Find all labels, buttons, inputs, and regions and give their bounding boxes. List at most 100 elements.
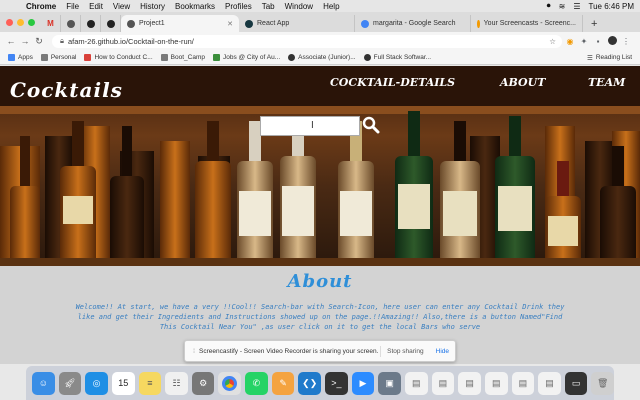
bookmark-star-icon[interactable]: ☆: [549, 37, 556, 46]
hide-button[interactable]: Hide: [430, 346, 455, 357]
control-center-icon[interactable]: ☰: [573, 2, 580, 11]
zoom-window-button[interactable]: [28, 19, 35, 26]
document-icon[interactable]: ▤: [404, 371, 428, 395]
new-tab-button[interactable]: +: [591, 18, 597, 30]
bookmark-full-stack[interactable]: Full Stack Softwar...: [363, 53, 431, 61]
reminders-icon[interactable]: ☷: [165, 371, 188, 395]
tab-label: React App: [257, 20, 290, 27]
tab-project1[interactable]: Project1 ✕: [121, 15, 239, 32]
forward-icon[interactable]: →: [18, 36, 32, 46]
text-cursor-icon: I: [311, 120, 314, 131]
bookmark-jobs[interactable]: Jobs @ City of Au...: [212, 53, 280, 61]
screen-record-icon[interactable]: ⏺: [547, 1, 551, 11]
close-window-button[interactable]: [6, 19, 13, 26]
sharing-message: Screencastify - Screen Video Recorder is…: [199, 347, 379, 355]
bookmark-boot-camp[interactable]: Boot_Camp: [160, 53, 205, 61]
react-icon: [245, 19, 253, 28]
screenshot-icon[interactable]: ▭: [564, 371, 588, 395]
preview-icon[interactable]: ▣: [378, 371, 401, 395]
screen-sharing-notification: ⁞ Screencastify - Screen Video Recorder …: [184, 340, 456, 362]
more-menu-icon[interactable]: ⋮: [620, 37, 632, 46]
bookmark-label: Boot_Camp: [170, 53, 205, 61]
tab-github-1[interactable]: [81, 15, 101, 32]
menu-edit[interactable]: Edit: [89, 2, 103, 11]
drag-handle-icon[interactable]: ⁞: [189, 348, 199, 355]
tab-pinned[interactable]: [61, 15, 81, 32]
calendar-icon[interactable]: 15: [111, 371, 135, 395]
profile-avatar-icon[interactable]: [606, 35, 618, 47]
tab-gmail[interactable]: M: [41, 15, 61, 32]
nav-about[interactable]: ABOUT: [500, 76, 545, 89]
menu-help[interactable]: Help: [323, 2, 339, 11]
google-icon: [361, 19, 369, 28]
tab-github-2[interactable]: [101, 15, 121, 32]
lock-icon[interactable]: 🔒︎: [60, 36, 64, 46]
clock[interactable]: Tue 6:46 PM: [588, 2, 634, 11]
vscode-icon[interactable]: ❮❯: [298, 371, 322, 395]
back-icon[interactable]: ←: [4, 36, 18, 46]
extension-icon[interactable]: ▪: [592, 37, 604, 46]
whatsapp-icon[interactable]: ✆: [245, 371, 268, 395]
bookmark-label: How to Conduct C...: [94, 53, 153, 61]
screencastify-icon: [477, 19, 480, 28]
extensions-icon[interactable]: ✦: [578, 37, 590, 46]
macos-dock: ☺ 🚀︎ ◎ 15 ≡ ☷ ⚙ ✆ ✎ ❮❯ >_ ▶ ▣ ▤ ▤ ▤ ▤ ▤ …: [26, 366, 615, 400]
window-controls: [6, 19, 35, 26]
document-icon[interactable]: ▤: [458, 371, 481, 395]
menu-tab[interactable]: Tab: [262, 2, 275, 11]
tab-label: Project1: [139, 20, 165, 27]
safari-icon[interactable]: ◎: [85, 371, 108, 395]
bookmark-associate[interactable]: Associate (Junior)...: [288, 53, 356, 61]
notes-icon[interactable]: ≡: [138, 371, 162, 395]
globe-icon: [127, 19, 135, 28]
globe-icon: [66, 19, 75, 28]
document-icon[interactable]: ▤: [538, 371, 561, 395]
trash-icon[interactable]: 🗑︎: [591, 371, 615, 395]
stop-sharing-button[interactable]: Stop sharing: [380, 345, 430, 357]
menu-history[interactable]: History: [140, 2, 165, 11]
search-icon[interactable]: [362, 116, 380, 134]
reload-icon[interactable]: ↻: [32, 36, 46, 47]
document-icon[interactable]: ▤: [511, 371, 535, 395]
address-toolbar: ← → ↻ 🔒︎ afam-26.github.io/Cocktail-on-t…: [0, 32, 640, 50]
about-text: Welcome!! At start, we have a very !!Coo…: [75, 303, 565, 331]
bookmark-apps[interactable]: Apps: [8, 53, 33, 61]
url-bar[interactable]: 🔒︎ afam-26.github.io/Cocktail-on-the-run…: [52, 34, 562, 48]
tab-screencasts[interactable]: Your Screencasts - Screenc...: [471, 15, 583, 32]
tab-google-search[interactable]: margarita - Google Search: [355, 15, 471, 32]
close-tab-icon[interactable]: ✕: [221, 20, 233, 28]
about-title: About: [287, 271, 353, 292]
finder-icon[interactable]: ☺: [32, 371, 55, 395]
folder-icon: [160, 53, 168, 61]
menu-app-name[interactable]: Chrome: [26, 2, 56, 11]
reading-list-icon: ☰: [587, 54, 593, 62]
pen-icon[interactable]: ✎: [271, 371, 295, 395]
chrome-icon[interactable]: [218, 371, 242, 395]
bookmark-label: Personal: [50, 53, 77, 61]
url-text: afam-26.github.io/Cocktail-on-the-run/: [68, 36, 194, 46]
site-logo[interactable]: Cocktails: [10, 78, 123, 102]
launchpad-icon[interactable]: 🚀︎: [58, 371, 82, 395]
reading-list[interactable]: ☰ Reading List: [587, 50, 632, 65]
bookmark-personal[interactable]: Personal: [40, 53, 77, 61]
tab-react-app[interactable]: React App: [239, 15, 355, 32]
site-icon: [212, 53, 220, 61]
menu-profiles[interactable]: Profiles: [225, 2, 252, 11]
minimize-window-button[interactable]: [17, 19, 24, 26]
cocktail-search-input[interactable]: I: [260, 116, 360, 136]
bookmark-label: Associate (Junior)...: [298, 53, 356, 61]
wifi-icon[interactable]: ≋: [559, 2, 566, 11]
menu-window[interactable]: Window: [285, 2, 313, 11]
screencastify-extension-icon[interactable]: ◉: [564, 37, 576, 46]
nav-cocktail-details[interactable]: COCKTAIL-DETAILS: [330, 76, 455, 89]
zoom-icon[interactable]: ▶: [351, 371, 375, 395]
bookmark-how-to-conduct[interactable]: How to Conduct C...: [84, 53, 153, 61]
document-icon[interactable]: ▤: [431, 371, 455, 395]
menu-view[interactable]: View: [113, 2, 130, 11]
terminal-icon[interactable]: >_: [325, 371, 348, 395]
nav-team[interactable]: TEAM: [588, 76, 625, 89]
system-preferences-icon[interactable]: ⚙: [191, 371, 215, 395]
menu-bookmarks[interactable]: Bookmarks: [175, 2, 215, 11]
document-icon[interactable]: ▤: [484, 371, 508, 395]
menu-file[interactable]: File: [66, 2, 79, 11]
